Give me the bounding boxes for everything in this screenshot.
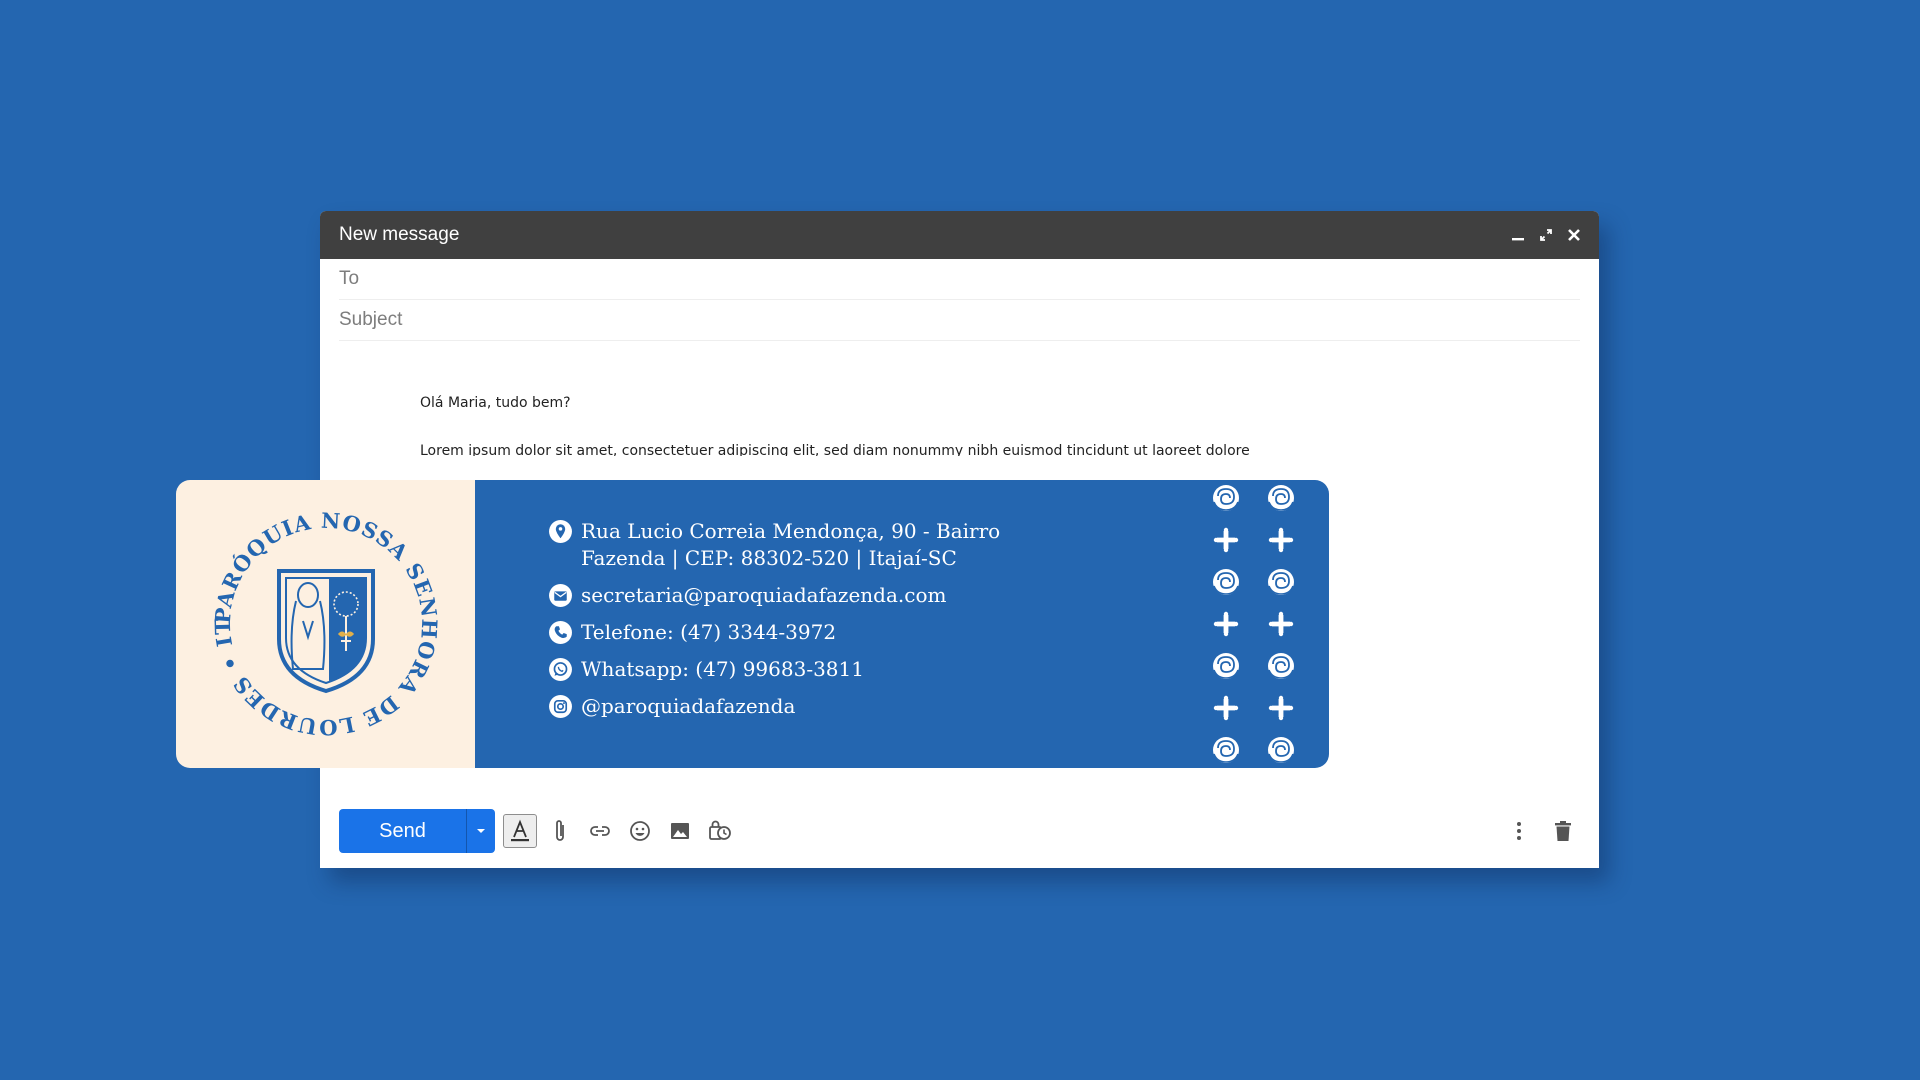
phone-text[interactable]: Telefone: (47) 3344-3972: [581, 619, 836, 646]
link-icon[interactable]: [583, 814, 617, 848]
address-line-1: Rua Lucio Correia Mendonça, 90 - Bairro: [581, 519, 1001, 543]
instagram-row: @paroquiadafazenda: [548, 693, 1000, 720]
attach-icon[interactable]: [543, 814, 577, 848]
send-button-group: Send: [339, 809, 495, 853]
location-pin-icon: [549, 520, 572, 543]
rose-cross-pattern: [1212, 484, 1295, 764]
phone-icon: [549, 621, 572, 644]
compose-titlebar: New message: [320, 211, 1599, 259]
right-tools: [1502, 814, 1580, 848]
email-icon: [549, 584, 572, 607]
to-field[interactable]: To: [339, 259, 1580, 300]
emoji-icon[interactable]: [623, 814, 657, 848]
seal-ring-text: PARÓQUIA NOSSA SENHORA DE LOURDES • ITAJ…: [211, 509, 441, 739]
trash-icon[interactable]: [1546, 814, 1580, 848]
fullscreen-icon[interactable]: [1539, 228, 1553, 242]
instagram-text[interactable]: @paroquiadafazenda: [581, 693, 795, 720]
whatsapp-icon: [549, 658, 572, 681]
subject-field[interactable]: Subject: [339, 300, 1580, 341]
parish-logo: PARÓQUIA NOSSA SENHORA DE LOURDES • ITAJ…: [176, 480, 475, 768]
whatsapp-row: Whatsapp: (47) 99683-3811: [548, 656, 1000, 683]
email-signature: PARÓQUIA NOSSA SENHORA DE LOURDES • ITAJ…: [176, 480, 1329, 768]
parish-seal-icon: PARÓQUIA NOSSA SENHORA DE LOURDES • ITAJ…: [211, 509, 441, 739]
minimize-icon[interactable]: [1511, 228, 1525, 242]
image-icon[interactable]: [663, 814, 697, 848]
email-row: secretaria@paroquiadafazenda.com: [548, 582, 1000, 609]
send-button[interactable]: Send: [339, 809, 466, 853]
text-format-icon[interactable]: [503, 814, 537, 848]
signature-info-panel: Rua Lucio Correia Mendonça, 90 - Bairro …: [475, 480, 1329, 768]
compose-toolbar: Send: [339, 809, 1580, 853]
close-icon[interactable]: [1567, 228, 1581, 242]
contact-list: Rua Lucio Correia Mendonça, 90 - Bairro …: [548, 518, 1000, 730]
message-paragraph: Lorem ipsum dolor sit amet, consectetuer…: [420, 443, 1250, 456]
address-row: Rua Lucio Correia Mendonça, 90 - Bairro …: [548, 518, 1000, 572]
window-controls: [1511, 228, 1581, 242]
svg-text:PARÓQUIA NOSSA SENHORA DE LOUR: PARÓQUIA NOSSA SENHORA DE LOURDES • ITAJ…: [211, 509, 441, 739]
subject-placeholder: Subject: [339, 309, 403, 330]
confidential-icon[interactable]: [703, 814, 737, 848]
formatting-tools: [503, 814, 737, 848]
send-options-button[interactable]: [466, 809, 495, 853]
address-line-2: Fazenda | CEP: 88302-520 | Itajaí-SC: [581, 546, 957, 570]
message-greeting: Olá Maria, tudo bem?: [420, 395, 571, 411]
email-text[interactable]: secretaria@paroquiadafazenda.com: [581, 582, 946, 609]
chevron-down-icon: [477, 829, 485, 833]
message-body[interactable]: Olá Maria, tudo bem? Lorem ipsum dolor s…: [420, 391, 1280, 456]
more-options-icon[interactable]: [1502, 814, 1536, 848]
whatsapp-text[interactable]: Whatsapp: (47) 99683-3811: [581, 656, 864, 683]
phone-row: Telefone: (47) 3344-3972: [548, 619, 1000, 646]
compose-title: New message: [339, 224, 460, 245]
to-placeholder: To: [339, 268, 360, 289]
instagram-icon: [549, 695, 572, 718]
